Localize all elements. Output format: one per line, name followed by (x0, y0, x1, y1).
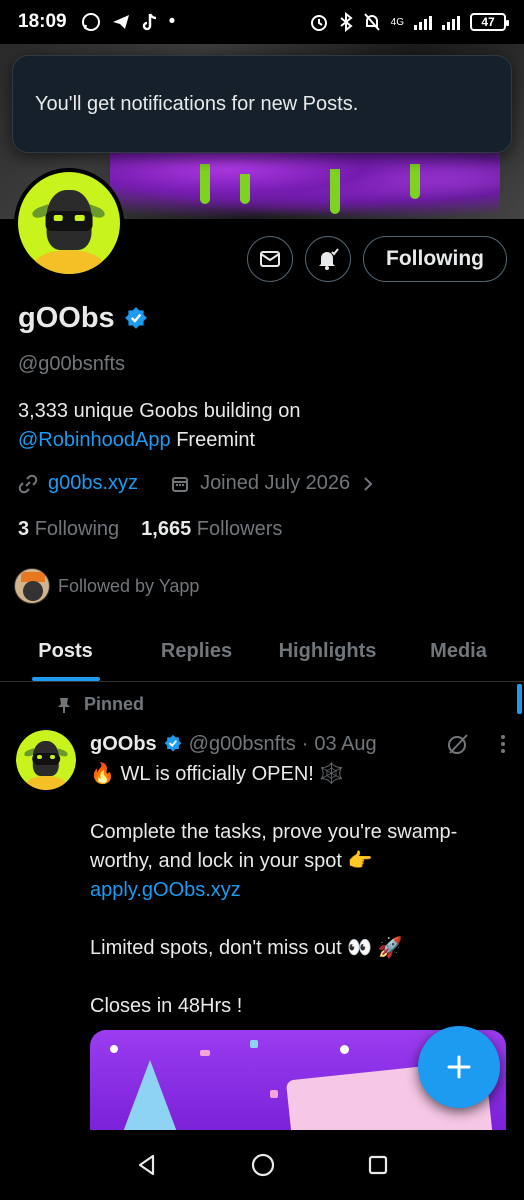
followers-label: Followers (196, 518, 283, 540)
profile-handle: @g00bsnfts (18, 353, 126, 375)
more-notifications-dot: • (168, 11, 176, 32)
follower-avatar (14, 568, 50, 604)
media-confetti (200, 1050, 210, 1056)
tab-posts[interactable]: Posts (0, 622, 131, 681)
link-icon (18, 474, 38, 493)
tab-media[interactable]: Media (393, 622, 524, 681)
android-nav-bar (0, 1130, 524, 1200)
tweet-date: 03 Aug (314, 732, 377, 755)
tweet-dot: · (301, 732, 309, 755)
tweet-line-3: Limited spots, don't miss out 👀 🚀 (90, 937, 403, 959)
tweet-header-actions (446, 732, 506, 756)
battery-icon: 47 (470, 13, 509, 31)
plus-icon (447, 1055, 471, 1079)
media-confetti (250, 1040, 258, 1048)
media-confetti (340, 1045, 349, 1054)
pinned-label: Pinned (84, 694, 145, 714)
tweet-line-2-text: Complete the tasks, prove you're swamp-w… (90, 821, 458, 872)
home-icon[interactable] (250, 1152, 276, 1178)
following-label: Following (34, 518, 120, 540)
toast-message: You'll get notifications for new Posts. (35, 92, 359, 115)
bio-line-2: @RobinhoodApp Freemint (18, 426, 508, 455)
verified-badge-icon[interactable] (123, 306, 149, 332)
profile-bio: 3,333 unique Goobs building on @Robinhoo… (18, 397, 508, 455)
chevron-right-icon[interactable] (360, 476, 376, 492)
bio-mention-link[interactable]: @RobinhoodApp (18, 429, 171, 451)
mute-icon (363, 13, 380, 31)
status-bar: 18:09 • 4G 47 (0, 0, 524, 44)
profile-tabs: Posts Replies Highlights Media (0, 622, 524, 682)
banner-drip (240, 174, 250, 204)
following-stat[interactable]: 3 Following (18, 518, 119, 541)
avatar-eyes (53, 214, 85, 221)
grok-icon[interactable] (446, 732, 470, 756)
tab-replies[interactable]: Replies (131, 622, 262, 681)
notifications-button[interactable] (305, 236, 352, 282)
avatar-body (33, 249, 105, 274)
status-time: 18:09 (18, 11, 67, 32)
following-button[interactable]: Following (363, 236, 507, 282)
signal-icon (414, 14, 432, 30)
followers-count: 1,665 (141, 518, 192, 540)
pin-icon (58, 697, 70, 713)
tweet-author-handle: @g00bsnfts (188, 732, 296, 755)
recents-icon[interactable] (367, 1154, 389, 1176)
bell-icon (319, 248, 339, 270)
notification-icons: • (81, 11, 176, 33)
mail-icon (260, 251, 281, 267)
banner-drip (200, 164, 210, 204)
joined-date: Joined July 2026 (200, 472, 351, 494)
telegram-icon (112, 15, 129, 29)
avatar-mask (45, 210, 93, 232)
followed-by-row[interactable]: Followed by Yapp (14, 568, 199, 604)
whatsapp-icon (81, 13, 100, 31)
followed-by-text: Followed by Yapp (58, 575, 200, 596)
tiktok-icon (142, 13, 156, 31)
media-confetti (270, 1090, 278, 1098)
profile-stats: 3 Following 1,665 Followers (18, 518, 282, 541)
tweet-line-2: Complete the tasks, prove you're swamp-w… (90, 818, 510, 905)
banner-drip (410, 164, 420, 199)
pinned-label-row: Pinned (56, 694, 144, 715)
bio-line-1: 3,333 unique Goobs building on (18, 400, 301, 422)
bluetooth-icon (340, 12, 353, 32)
signal-icon-2 (442, 14, 460, 30)
more-icon[interactable] (500, 734, 506, 754)
alarm-icon (310, 15, 327, 31)
tweet-header: gOObs @g00bsnfts · 03 Aug (90, 732, 506, 756)
back-icon[interactable] (135, 1153, 159, 1177)
notification-toast[interactable]: You'll get notifications for new Posts. (12, 55, 512, 153)
tweet-author-name[interactable]: gOObs (90, 733, 157, 756)
banner-drip (330, 169, 340, 214)
message-button[interactable] (247, 236, 294, 282)
scroll-indicator[interactable] (517, 684, 522, 714)
following-count: 3 (18, 518, 30, 540)
display-name: gOObs (18, 302, 115, 334)
media-party-hat (120, 1060, 180, 1130)
tweet-link[interactable]: apply.gOObs.xyz (90, 879, 241, 901)
profile-actions: Following (247, 236, 507, 282)
profile-meta: g00bs.xyz Joined July 2026 (18, 472, 376, 495)
battery-level: 47 (481, 15, 495, 29)
tweet-body[interactable]: 🔥 WL is officially OPEN! 🕸️ Complete the… (90, 760, 510, 1050)
system-icons: 4G 47 (309, 12, 509, 32)
calendar-icon (172, 476, 189, 492)
tweet-avatar-image (16, 730, 76, 790)
website-link[interactable]: g00bs.xyz (48, 472, 138, 495)
tweet-line-4: Closes in 48Hrs ! (90, 995, 243, 1017)
media-confetti (110, 1045, 118, 1053)
tweet-avatar[interactable] (16, 730, 76, 790)
network-type: 4G (390, 16, 404, 28)
verified-badge-icon (164, 734, 182, 752)
tab-highlights[interactable]: Highlights (262, 622, 393, 681)
compose-button[interactable] (418, 1026, 500, 1108)
profile-avatar[interactable] (14, 168, 124, 278)
bio-line-2-text: Freemint (170, 429, 256, 451)
avatar-image (18, 172, 120, 274)
followers-stat[interactable]: 1,665 Followers (141, 518, 282, 541)
profile-name-row: gOObs (18, 302, 149, 335)
tweet-line-1: 🔥 WL is officially OPEN! 🕸️ (90, 763, 345, 785)
